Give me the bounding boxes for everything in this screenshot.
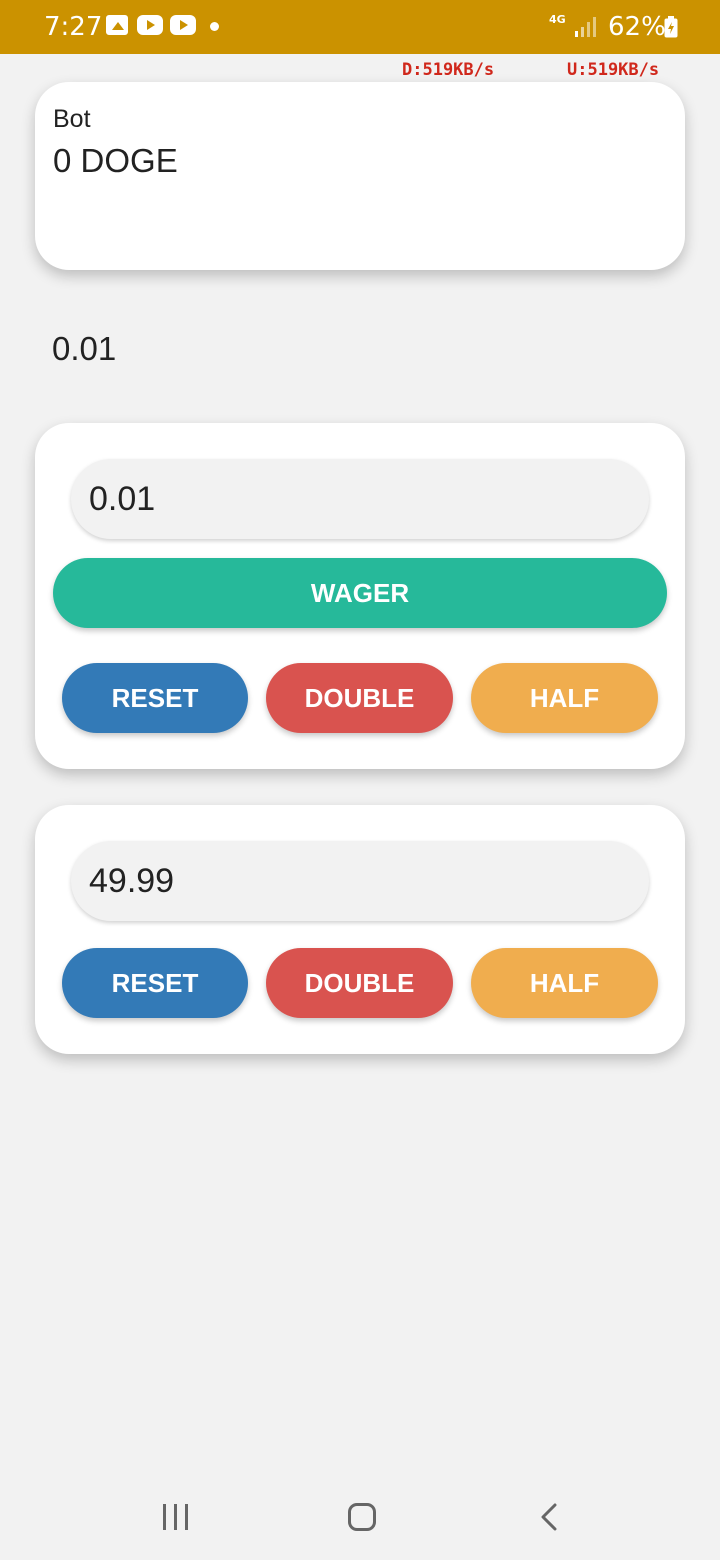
youtube-icon — [170, 15, 196, 35]
wager-button[interactable]: WAGER — [53, 558, 667, 628]
battery-percent: 62% — [608, 12, 666, 42]
balance-card: Bot 0 DOGE — [35, 82, 685, 270]
balance-value: 0 DOGE — [53, 142, 178, 179]
wager-amount-input[interactable]: 0.01 — [71, 459, 649, 539]
battery-icon — [664, 16, 678, 38]
download-speed: D:519KB/s — [402, 60, 495, 80]
home-icon[interactable] — [348, 1503, 376, 1531]
base-wager-value: 0.01 — [52, 330, 117, 367]
network-type: 4G — [549, 13, 566, 26]
wager-half-button[interactable]: HALF — [471, 663, 658, 733]
back-icon[interactable] — [538, 1502, 560, 1532]
status-bar: 7:27 4G 62% — [0, 0, 720, 54]
chance-reset-button[interactable]: RESET — [62, 948, 248, 1018]
wager-double-button[interactable]: DOUBLE — [266, 663, 453, 733]
wager-card: 0.01 WAGER RESET DOUBLE HALF — [35, 423, 685, 769]
chance-input[interactable]: 49.99 — [71, 841, 649, 921]
recents-icon[interactable] — [161, 1504, 191, 1532]
gallery-icon — [106, 15, 128, 35]
chance-card: 49.99 RESET DOUBLE HALF — [35, 805, 685, 1054]
status-time: 7:27 — [44, 12, 103, 42]
chance-double-button[interactable]: DOUBLE — [266, 948, 453, 1018]
balance-label: Bot — [53, 105, 91, 133]
upload-speed: U:519KB/s — [567, 60, 660, 80]
notification-dot-icon — [210, 22, 219, 31]
youtube-icon — [137, 15, 163, 35]
wager-reset-button[interactable]: RESET — [62, 663, 248, 733]
signal-icon — [575, 17, 596, 37]
chance-half-button[interactable]: HALF — [471, 948, 658, 1018]
